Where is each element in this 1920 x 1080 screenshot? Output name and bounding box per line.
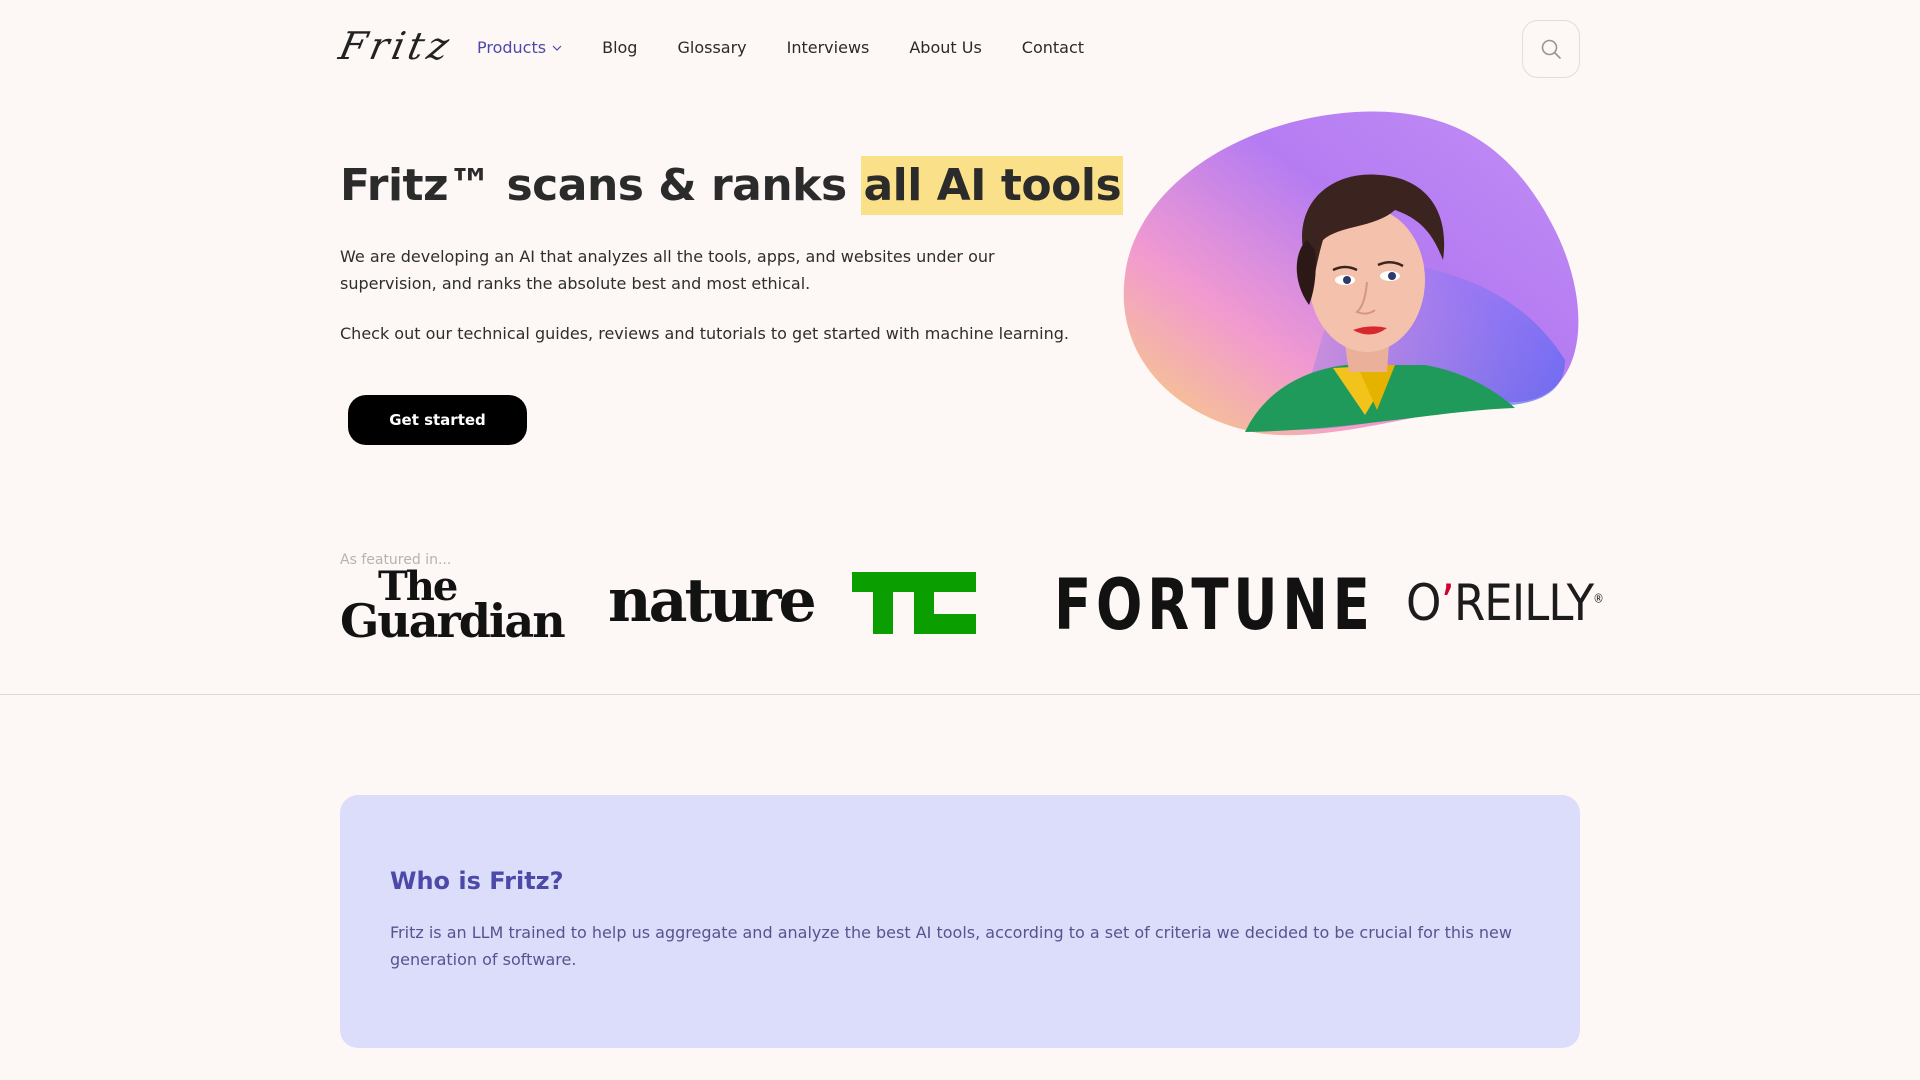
hero-title-prefix: Fritz™ scans & ranks — [340, 160, 862, 211]
about-fritz-card: Who is Fritz? Fritz is an LLM trained to… — [340, 795, 1580, 1048]
get-started-button[interactable]: Get started — [348, 395, 527, 445]
nav-item-products[interactable]: Products — [477, 38, 562, 57]
guardian-logo-name: Guardian — [340, 594, 566, 648]
nav-item-interviews[interactable]: Interviews — [787, 38, 870, 57]
search-button[interactable] — [1522, 20, 1580, 78]
guardian-logo: The Guardian — [340, 567, 566, 648]
hero-title: Fritz™ scans & ranks all AI tools — [340, 156, 1124, 215]
oreilly-logo-rest: REILLY — [1453, 574, 1594, 632]
nature-logo: nature — [608, 566, 817, 636]
nav-item-products-label: Products — [477, 38, 547, 57]
hero-subdescription: Check out our technical guides, reviews … — [340, 324, 1069, 343]
nav-item-glossary[interactable]: Glossary — [677, 38, 746, 57]
site-header: Fritz Products Blog Glossary Interviews … — [0, 0, 1920, 100]
about-fritz-title: Who is Fritz? — [390, 867, 564, 895]
fritz-logo[interactable]: Fritz — [335, 24, 456, 68]
fortune-logo: FORTUNE — [1054, 564, 1375, 646]
main-nav: Products Blog Glossary Interviews About … — [477, 38, 1084, 57]
hero-portrait-illustration — [1123, 111, 1579, 436]
oreilly-logo: O’REILLY® — [1406, 574, 1604, 632]
hero-description: We are developing an AI that analyzes al… — [340, 247, 995, 293]
nav-item-blog[interactable]: Blog — [602, 38, 637, 57]
registered-mark: ® — [1593, 591, 1604, 606]
oreilly-logo-apostrophe: ’ — [1440, 574, 1455, 632]
nav-item-about-us[interactable]: About Us — [909, 38, 981, 57]
nav-item-contact[interactable]: Contact — [1022, 38, 1084, 57]
hero-title-highlight: all AI tools — [861, 156, 1124, 215]
section-divider — [0, 694, 1920, 695]
techcrunch-logo — [852, 572, 976, 634]
about-fritz-text: Fritz is an LLM trained to help us aggre… — [390, 923, 1512, 969]
oreilly-logo-o: O — [1406, 574, 1441, 632]
chevron-down-icon — [552, 45, 562, 51]
search-icon — [1541, 39, 1561, 59]
